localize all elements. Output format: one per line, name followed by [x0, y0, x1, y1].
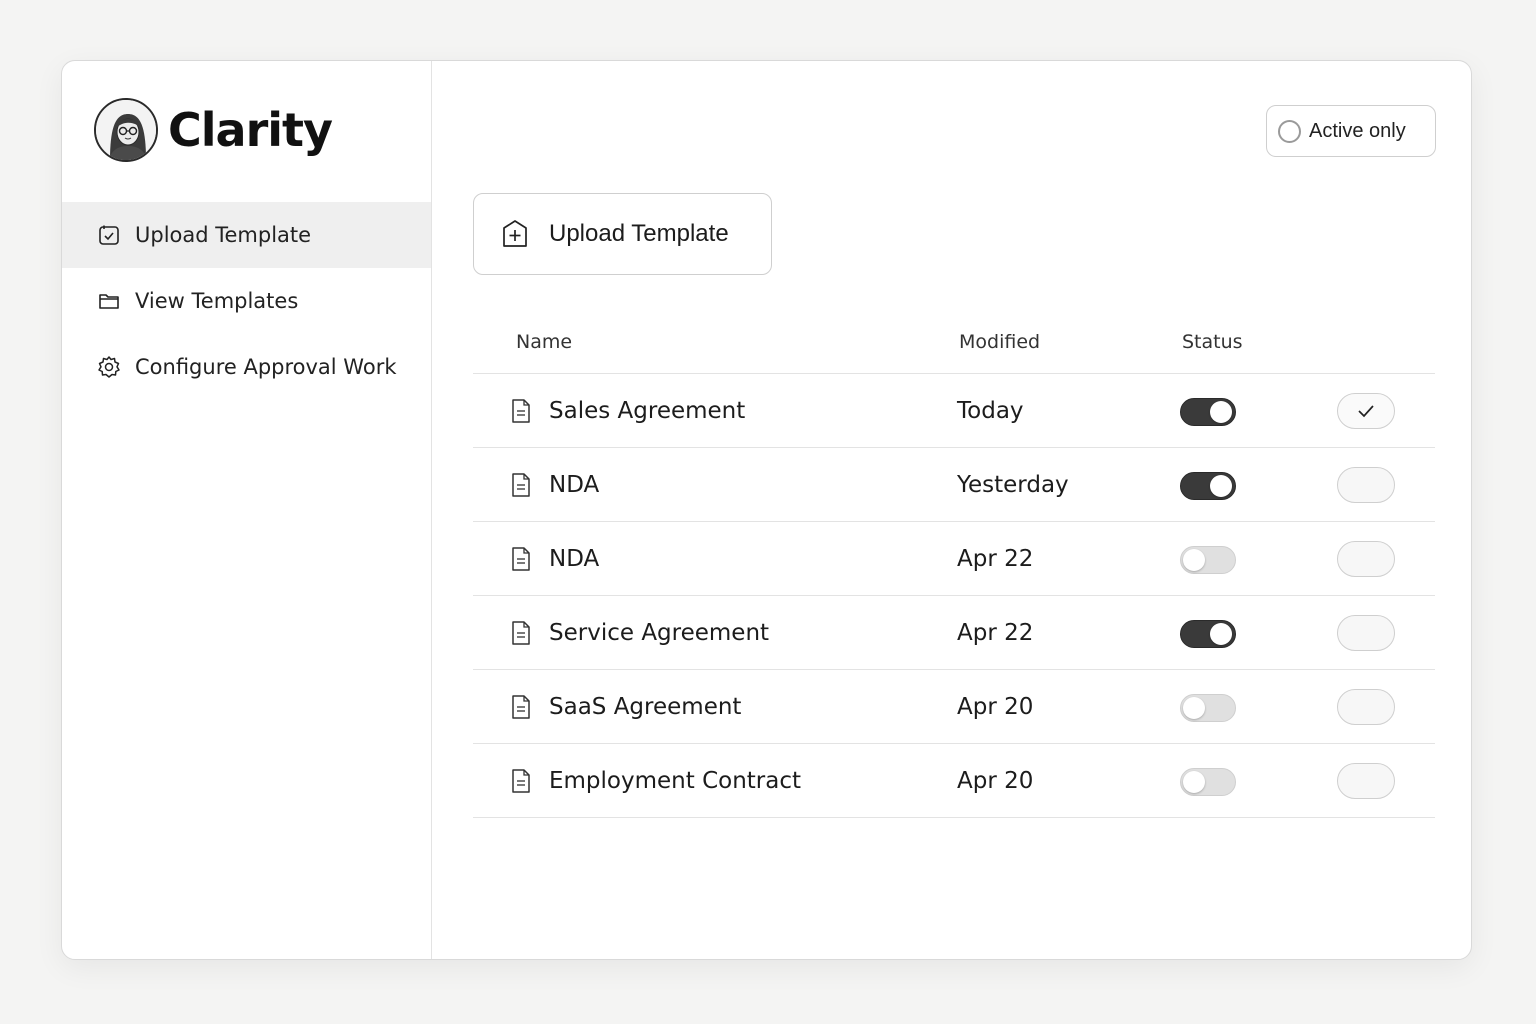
app-window: Clarity Upload Template View Templates C…: [61, 60, 1472, 960]
upload-plus-icon: [501, 219, 531, 249]
gear-icon: [97, 355, 121, 379]
avatar-illustration-icon: [96, 100, 156, 160]
sidebar: Clarity Upload Template View Templates C…: [62, 61, 432, 959]
select-checkbox[interactable]: [1337, 615, 1395, 651]
active-only-filter-button[interactable]: Active only: [1266, 105, 1436, 157]
template-name-cell: Service Agreement: [511, 596, 769, 669]
document-icon: [511, 397, 533, 425]
avatar[interactable]: [94, 98, 158, 162]
upload-template-label: Upload Template: [549, 220, 729, 247]
check-icon: [1358, 405, 1374, 418]
template-name-cell: NDA: [511, 522, 599, 595]
status-toggle[interactable]: [1180, 398, 1236, 426]
app-name: Clarity: [168, 103, 333, 157]
toggle-knob: [1183, 771, 1205, 793]
sidebar-nav: Upload Template View Templates Configure…: [62, 202, 431, 400]
table-row[interactable]: NDA Yesterday: [473, 448, 1435, 522]
filter-label: Active only: [1309, 119, 1406, 142]
template-name: NDA: [549, 545, 600, 572]
radio-icon: [1278, 119, 1301, 143]
modified-date: Apr 20: [957, 693, 1034, 720]
checkbox-doc-icon: [97, 223, 121, 247]
table-row[interactable]: Employment Contract Apr 20: [473, 744, 1435, 818]
table-row[interactable]: Service Agreement Apr 22: [473, 596, 1435, 670]
sidebar-item-label: Upload Template: [135, 223, 312, 247]
table-row[interactable]: NDA Apr 22: [473, 522, 1435, 596]
template-name: Service Agreement: [549, 619, 770, 646]
table-row[interactable]: Sales Agreement Today: [473, 374, 1435, 448]
sidebar-item-view-templates[interactable]: View Templates: [62, 268, 431, 334]
status-toggle[interactable]: [1180, 620, 1236, 648]
document-icon: [511, 545, 533, 573]
toggle-knob: [1210, 623, 1232, 645]
template-name-cell: Employment Contract: [511, 744, 801, 817]
main-panel: Active only Upload Template Name Modifie…: [432, 61, 1471, 959]
select-checkbox[interactable]: [1337, 467, 1395, 503]
table-header: Name Modified Status: [473, 323, 1435, 374]
table-body: Sales Agreement Today NDA Yesterday NDA …: [473, 374, 1435, 818]
document-icon: [511, 693, 533, 721]
toggle-knob: [1210, 401, 1232, 423]
select-checkbox[interactable]: [1337, 541, 1395, 577]
modified-date: Apr 20: [957, 767, 1034, 794]
template-name: Sales Agreement: [549, 397, 746, 424]
template-name-cell: Sales Agreement: [511, 374, 745, 447]
template-name: SaaS Agreement: [549, 693, 742, 720]
column-header-status[interactable]: Status: [1182, 331, 1243, 353]
modified-date: Today: [957, 397, 1024, 424]
status-toggle[interactable]: [1180, 472, 1236, 500]
column-header-modified[interactable]: Modified: [959, 331, 1040, 353]
modified-date: Apr 22: [957, 545, 1034, 572]
table-row[interactable]: SaaS Agreement Apr 20: [473, 670, 1435, 744]
template-name-cell: NDA: [511, 448, 599, 521]
template-name-cell: SaaS Agreement: [511, 670, 741, 743]
upload-template-button[interactable]: Upload Template: [473, 193, 772, 275]
column-header-name[interactable]: Name: [516, 331, 572, 353]
select-checkbox[interactable]: [1337, 763, 1395, 799]
status-toggle[interactable]: [1180, 694, 1236, 722]
toggle-knob: [1210, 475, 1232, 497]
template-name: Employment Contract: [549, 767, 802, 794]
folder-icon: [97, 289, 121, 313]
modified-date: Apr 22: [957, 619, 1034, 646]
modified-date: Yesterday: [957, 471, 1069, 498]
brand: Clarity: [94, 98, 333, 162]
document-icon: [511, 471, 533, 499]
document-icon: [511, 619, 533, 647]
sidebar-item-label: View Templates: [135, 289, 299, 313]
template-name: NDA: [549, 471, 600, 498]
toggle-knob: [1183, 697, 1205, 719]
sidebar-item-configure-approval[interactable]: Configure Approval Work: [62, 334, 431, 400]
sidebar-item-upload-template[interactable]: Upload Template: [62, 202, 431, 268]
toggle-knob: [1183, 549, 1205, 571]
status-toggle[interactable]: [1180, 546, 1236, 574]
select-checkbox[interactable]: [1337, 689, 1395, 725]
templates-table: Name Modified Status Sales Agreement Tod…: [473, 323, 1435, 818]
select-checkbox[interactable]: [1337, 393, 1395, 429]
status-toggle[interactable]: [1180, 768, 1236, 796]
sidebar-item-label: Configure Approval Work: [135, 355, 397, 379]
document-icon: [511, 767, 533, 795]
